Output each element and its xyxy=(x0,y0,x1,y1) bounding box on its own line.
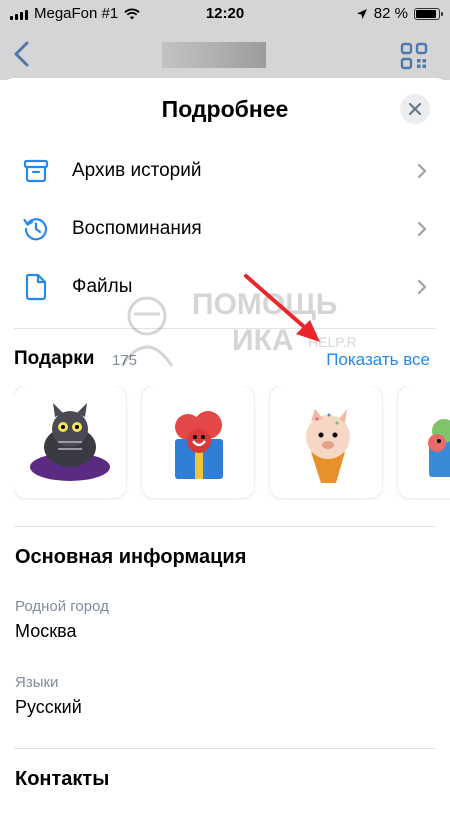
blurred-profile-name xyxy=(162,42,266,68)
menu-item-archive[interactable]: Архив историй xyxy=(0,142,450,200)
gift-sticker-icon xyxy=(428,419,450,477)
details-sheet: Подробнее Архив историй Воспоминания Фай… xyxy=(0,78,450,818)
pig-cupcake-sticker-icon xyxy=(306,409,350,483)
languages-label: Языки xyxy=(15,674,59,691)
gift-card[interactable] xyxy=(398,386,450,498)
chevron-right-icon xyxy=(417,163,427,179)
divider xyxy=(14,748,436,749)
location-arrow-icon xyxy=(356,8,367,19)
close-icon xyxy=(409,103,421,115)
battery-icon xyxy=(414,7,443,20)
menu-item-memories[interactable]: Воспоминания xyxy=(0,200,450,258)
hometown-value: Москва xyxy=(15,621,77,641)
gifts-header: Подарки 175 Показать все xyxy=(14,348,430,372)
gifts-carousel[interactable] xyxy=(14,386,450,500)
back-icon[interactable] xyxy=(10,40,34,68)
languages-value: Русский xyxy=(15,697,82,717)
qr-code-icon[interactable] xyxy=(400,42,428,70)
menu-item-label: Файлы xyxy=(72,276,133,297)
annotation-arrow-icon xyxy=(244,274,320,342)
sheet-title: Подробнее xyxy=(161,96,289,122)
menu-item-label: Архив историй xyxy=(72,160,202,181)
menu-list: Архив историй Воспоминания Файлы xyxy=(0,142,450,316)
menu-item-files[interactable]: Файлы xyxy=(0,258,450,316)
status-bar: MegaFon #1 12:20 82 % xyxy=(0,0,450,28)
gifts-title: Подарки xyxy=(14,348,95,369)
gift-card[interactable] xyxy=(14,386,126,498)
contacts-title: Контакты xyxy=(15,768,110,790)
gift-card[interactable] xyxy=(270,386,382,498)
divider xyxy=(14,526,436,527)
file-icon xyxy=(22,273,50,301)
status-right: 82 % xyxy=(356,5,443,22)
divider xyxy=(14,328,436,329)
menu-item-label: Воспоминания xyxy=(72,218,202,239)
hometown-label: Родной город xyxy=(15,598,109,615)
gifts-count: 175 xyxy=(112,352,138,369)
battery-percent: 82 % xyxy=(373,5,408,22)
show-all-gifts-link[interactable]: Показать все xyxy=(326,350,430,370)
gift-box-sticker-icon xyxy=(175,411,223,479)
history-icon xyxy=(22,215,50,243)
close-button[interactable] xyxy=(400,94,430,124)
chevron-right-icon xyxy=(417,279,427,295)
chevron-right-icon xyxy=(417,221,427,237)
gift-card[interactable] xyxy=(142,386,254,498)
archive-icon xyxy=(22,157,50,185)
cat-sticker-icon xyxy=(30,403,110,481)
main-info-title: Основная информация xyxy=(15,546,247,568)
